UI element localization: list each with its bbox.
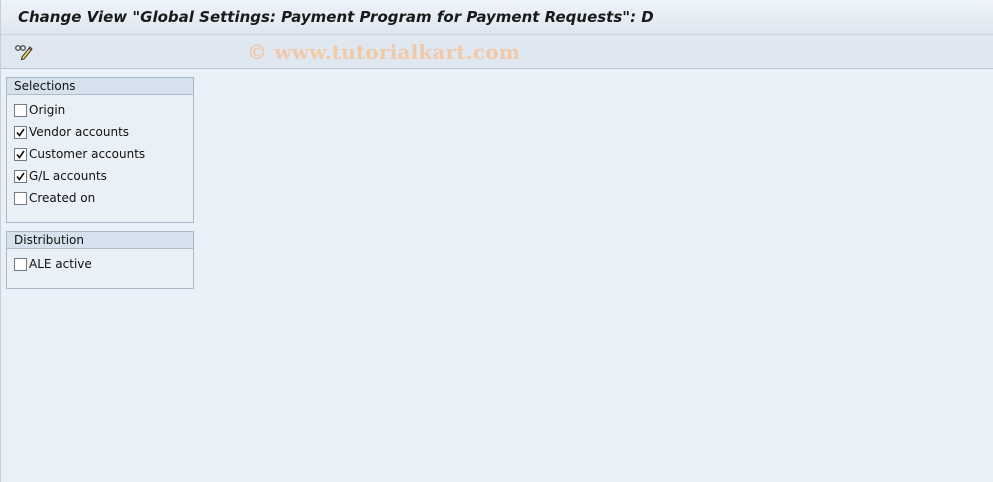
created-on-checkbox[interactable] (14, 191, 27, 205)
title-bar: Change View "Global Settings: Payment Pr… (1, 0, 993, 35)
distribution-group: Distribution ALE active (6, 231, 194, 289)
window-title: Change View "Global Settings: Payment Pr… (18, 8, 654, 26)
origin-label: Origin (29, 103, 66, 117)
customer-accounts-label: Customer accounts (29, 147, 146, 161)
option-origin[interactable]: Origin (14, 102, 65, 118)
application-toolbar: © www.tutorialkart.com (1, 35, 993, 69)
gl-accounts-checkbox[interactable] (14, 169, 27, 183)
display-change-button[interactable] (13, 42, 35, 62)
checkmark-icon (16, 172, 25, 181)
sap-window: Change View "Global Settings: Payment Pr… (0, 0, 993, 482)
option-customer-accounts[interactable]: Customer accounts (14, 146, 145, 162)
distribution-header: Distribution (7, 232, 193, 249)
option-vendor-accounts[interactable]: Vendor accounts (14, 124, 129, 140)
option-created-on[interactable]: Created on (14, 190, 95, 206)
selections-group: Selections Origin Vendor accounts Custom… (6, 77, 194, 223)
origin-checkbox[interactable] (14, 103, 27, 117)
ale-active-checkbox[interactable] (14, 257, 27, 271)
customer-accounts-checkbox[interactable] (14, 147, 27, 161)
gl-accounts-label: G/L accounts (29, 169, 107, 183)
pencil-glasses-icon (14, 42, 34, 63)
option-gl-accounts[interactable]: G/L accounts (14, 168, 107, 184)
ale-active-label: ALE active (29, 257, 92, 271)
checkmark-icon (16, 128, 25, 137)
checkmark-icon (16, 150, 25, 159)
vendor-accounts-label: Vendor accounts (29, 125, 130, 139)
vendor-accounts-checkbox[interactable] (14, 125, 27, 139)
option-ale-active[interactable]: ALE active (14, 256, 92, 272)
watermark-text: © www.tutorialkart.com (247, 40, 521, 64)
selections-header: Selections (7, 78, 193, 95)
created-on-label: Created on (29, 191, 96, 205)
